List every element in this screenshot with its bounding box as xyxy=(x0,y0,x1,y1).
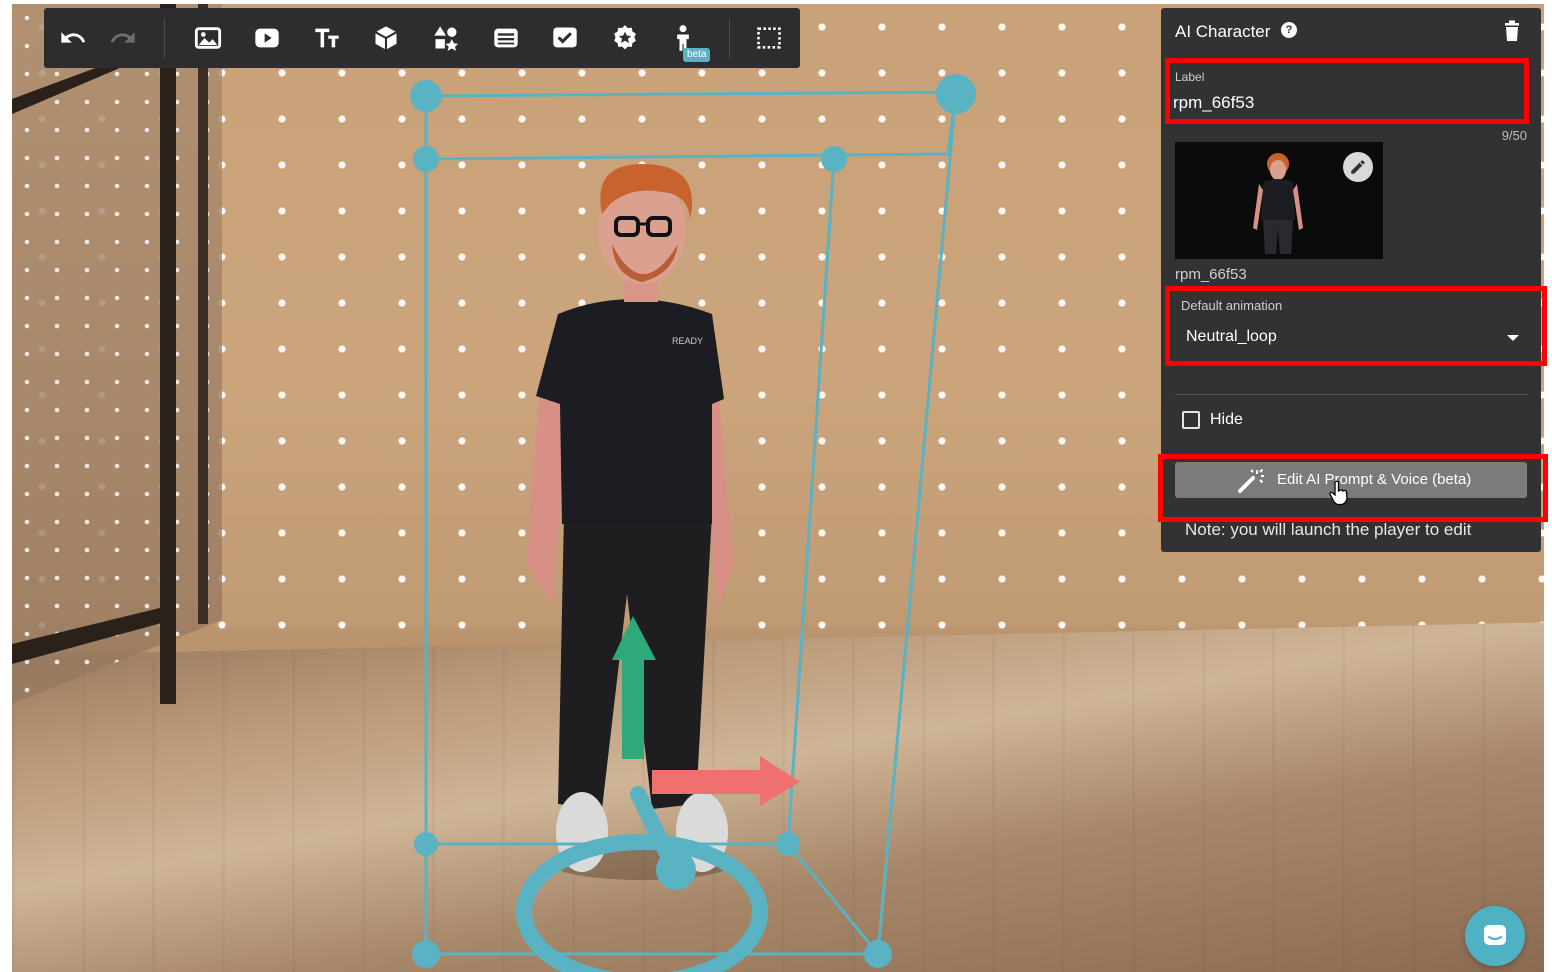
character-thumbnail[interactable] xyxy=(1175,142,1383,259)
label-underline xyxy=(1175,120,1527,121)
edit-note: Note: you will launch the player to edit xyxy=(1185,520,1472,539)
add-badge-button[interactable] xyxy=(608,22,642,54)
label-caption: Label xyxy=(1175,70,1205,84)
ai-character-panel: AI Character ? Label 9/50 rpm_66f53 Defa… xyxy=(1161,8,1541,552)
edit-ai-prompt-voice-button[interactable]: Edit AI Prompt & Voice (beta) xyxy=(1175,462,1527,498)
rotation-handle[interactable] xyxy=(656,850,696,890)
redo-button[interactable] xyxy=(106,22,140,54)
edit-thumbnail-button[interactable] xyxy=(1343,152,1373,182)
add-shapes-button[interactable] xyxy=(429,22,463,54)
undo-button[interactable] xyxy=(56,22,90,54)
label-input[interactable] xyxy=(1173,90,1519,116)
dropdown-arrow-icon xyxy=(1507,335,1519,341)
chat-launcher-button[interactable] xyxy=(1465,906,1525,966)
video-icon xyxy=(255,28,279,48)
hide-label[interactable]: Hide xyxy=(1210,411,1243,429)
toolbar-separator xyxy=(164,18,165,58)
undo-icon xyxy=(61,32,86,43)
add-text-button[interactable] xyxy=(310,22,344,54)
marquee-icon xyxy=(757,27,781,49)
add-quiz-button[interactable] xyxy=(548,22,582,54)
add-image-button[interactable] xyxy=(191,22,225,54)
star-badge-icon xyxy=(614,25,636,50)
edit-ai-prompt-voice-label: Edit AI Prompt & Voice (beta) xyxy=(1277,471,1472,488)
trash-icon[interactable] xyxy=(1503,20,1521,42)
panel-title: AI Character xyxy=(1175,22,1271,41)
text-icon xyxy=(315,28,339,48)
select-area-button[interactable] xyxy=(752,22,786,54)
add-banner-button[interactable] xyxy=(489,22,523,54)
add-3d-model-button[interactable] xyxy=(369,22,403,54)
toolbar-separator xyxy=(729,18,730,58)
cube-icon xyxy=(374,26,398,50)
magic-wand-icon xyxy=(1238,468,1264,493)
hand-cursor-icon xyxy=(1329,480,1348,506)
add-video-button[interactable] xyxy=(250,22,284,54)
checkbox-icon xyxy=(553,27,577,48)
character-count: 9/50 xyxy=(1501,128,1527,143)
chat-icon xyxy=(1484,925,1506,945)
panel-divider xyxy=(1175,394,1527,395)
shapes-icon xyxy=(434,26,459,51)
default-animation-caption: Default animation xyxy=(1181,298,1283,313)
panel-icon xyxy=(494,28,518,48)
help-icon[interactable]: ? xyxy=(1281,22,1297,38)
hide-checkbox[interactable] xyxy=(1182,411,1200,429)
pencil-icon xyxy=(1351,160,1365,174)
default-animation-select[interactable]: Neutral_loop xyxy=(1175,320,1531,356)
svg-text:READY: READY xyxy=(672,336,703,346)
beta-badge: beta xyxy=(683,48,711,62)
image-icon xyxy=(194,27,222,49)
thumbnail-caption: rpm_66f53 xyxy=(1175,266,1247,283)
default-animation-value: Neutral_loop xyxy=(1186,328,1277,345)
redo-icon xyxy=(110,32,135,43)
